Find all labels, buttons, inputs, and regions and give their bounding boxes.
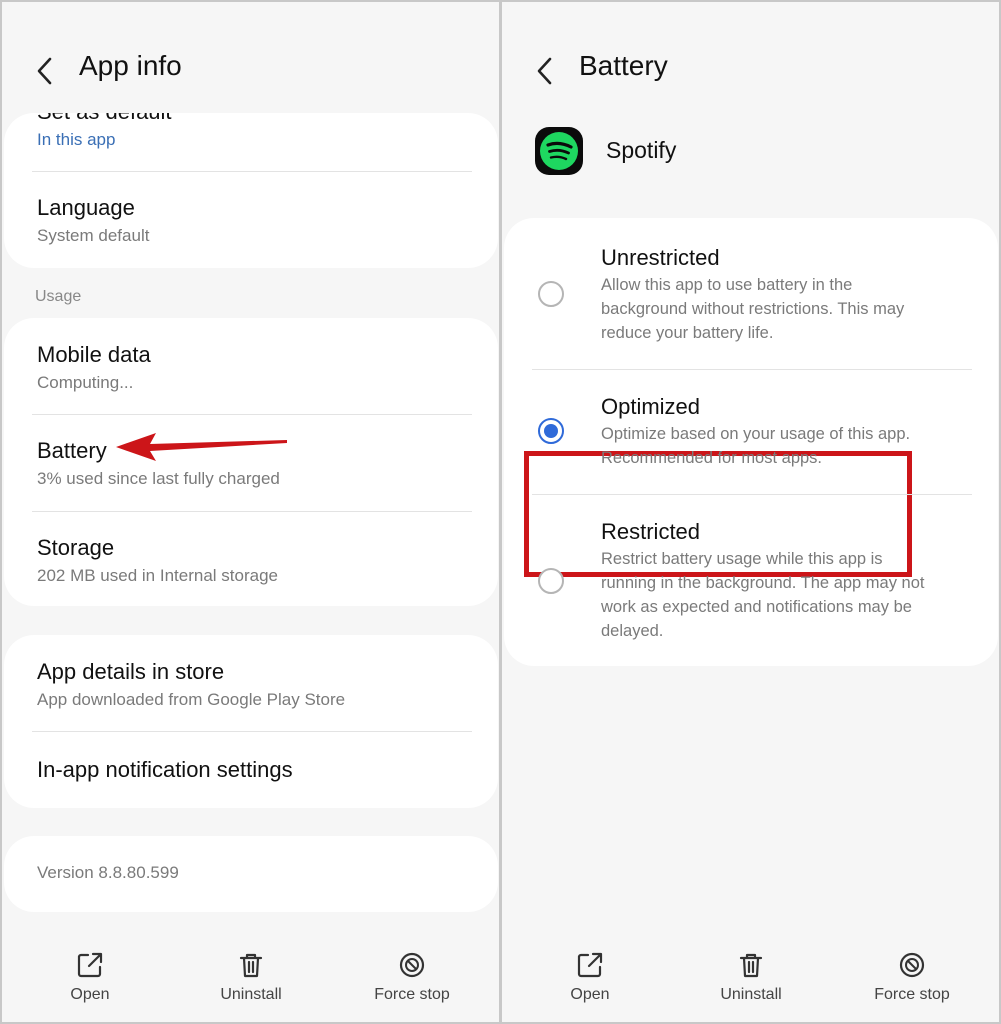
open-button[interactable]: Open: [30, 950, 150, 1004]
screenshot-frame: App info Set as default In this app Lang…: [0, 0, 1001, 1024]
open-external-icon: [77, 952, 103, 978]
bottom-action-bar: Open Uninstall Force stop: [2, 942, 499, 1022]
annotation-arrow-icon: [116, 433, 287, 461]
option-title: Restricted: [601, 519, 701, 544]
page-title: App info: [79, 50, 182, 81]
option-description: Restrict battery usage while this app is…: [601, 550, 925, 640]
battery-screen: Battery Spotify Unrestricted Allow this …: [502, 2, 999, 1022]
bottom-action-bar: Open Uninstall Force stop: [502, 942, 999, 1022]
defaults-card: Set as default In this app Language Syst…: [4, 113, 498, 268]
storage-item[interactable]: Storage 202 MB used in Internal storage: [37, 535, 474, 587]
force-stop-icon: [399, 952, 425, 978]
mobile-data-item[interactable]: Mobile data Computing...: [37, 342, 474, 394]
uninstall-button[interactable]: Uninstall: [191, 950, 311, 1004]
chevron-left-icon[interactable]: [534, 56, 554, 86]
app-details-in-store-item[interactable]: App details in store App downloaded from…: [37, 659, 474, 711]
radio-restricted[interactable]: [538, 568, 564, 594]
divider: [32, 731, 472, 732]
trash-icon: [239, 953, 263, 978]
force-stop-icon: [899, 952, 925, 978]
radio-unrestricted[interactable]: [538, 281, 564, 307]
spotify-icon: [535, 127, 583, 175]
app-name: Spotify: [606, 137, 677, 163]
language-item[interactable]: Language System default: [37, 195, 474, 247]
divider: [532, 494, 972, 495]
version-item: Version 8.8.80.599: [37, 863, 179, 882]
set-as-default-item[interactable]: Set as default In this app: [37, 113, 474, 151]
force-stop-button[interactable]: Force stop: [852, 950, 972, 1004]
usage-section-label: Usage: [35, 288, 82, 305]
option-description: Allow this app to use battery in the bac…: [601, 276, 905, 342]
chevron-left-icon[interactable]: [34, 56, 54, 86]
store-card: App details in store App downloaded from…: [4, 635, 498, 808]
uninstall-button[interactable]: Uninstall: [691, 950, 811, 1004]
option-title: Unrestricted: [601, 245, 720, 270]
divider: [32, 414, 472, 415]
open-button[interactable]: Open: [530, 950, 650, 1004]
option-title: Optimized: [601, 394, 701, 419]
app-info-screen: App info Set as default In this app Lang…: [2, 2, 499, 1022]
force-stop-button[interactable]: Force stop: [352, 950, 472, 1004]
radio-optimized[interactable]: [538, 418, 564, 444]
divider: [532, 369, 972, 370]
divider: [32, 171, 472, 172]
open-external-icon: [577, 952, 603, 978]
page-title: Battery: [579, 50, 668, 81]
battery-options-card: Unrestricted Allow this app to use batte…: [504, 218, 998, 666]
in-app-notification-settings-item[interactable]: In-app notification settings: [37, 757, 474, 783]
version-card: Version 8.8.80.599: [4, 836, 498, 912]
divider: [32, 511, 472, 512]
option-description: Optimize based on your usage of this app…: [601, 425, 911, 467]
trash-icon: [739, 953, 763, 978]
